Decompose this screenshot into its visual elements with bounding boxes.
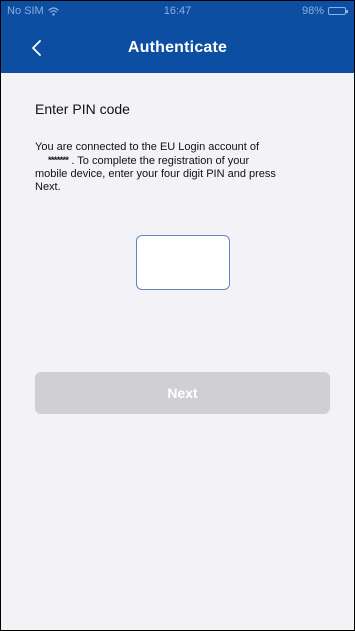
app-header: No SIM 16:47 98% Authenticate [1,1,354,73]
instruction-text: You are connected to the EU Login accoun… [35,141,330,194]
page-title: Authenticate [127,39,228,56]
masked-account-name: ******* [48,155,69,165]
app-screen: No SIM 16:47 98% Authenticate Enter PIN … [0,0,355,631]
pin-entry-section: Enter PIN code You are connected to the … [1,73,354,630]
status-right: 98% [301,5,348,17]
next-button[interactable]: Next [35,372,330,414]
pin-heading: Enter PIN code [35,101,130,117]
instruction-line: ******* . To complete the registration o… [35,154,330,168]
status-bar: No SIM 16:47 98% [1,1,354,21]
instruction-line: mobile device, enter your four digit PIN… [35,168,276,180]
instruction-line: You are connected to the EU Login accoun… [35,141,260,153]
instruction-line: Next. [35,181,61,193]
instruction-line-continuation: . To complete the registration of your [71,155,250,167]
navigation-bar: Authenticate [1,29,354,69]
battery-icon [328,7,348,15]
battery-percentage: 98% [301,5,324,17]
pin-input[interactable] [136,235,230,290]
